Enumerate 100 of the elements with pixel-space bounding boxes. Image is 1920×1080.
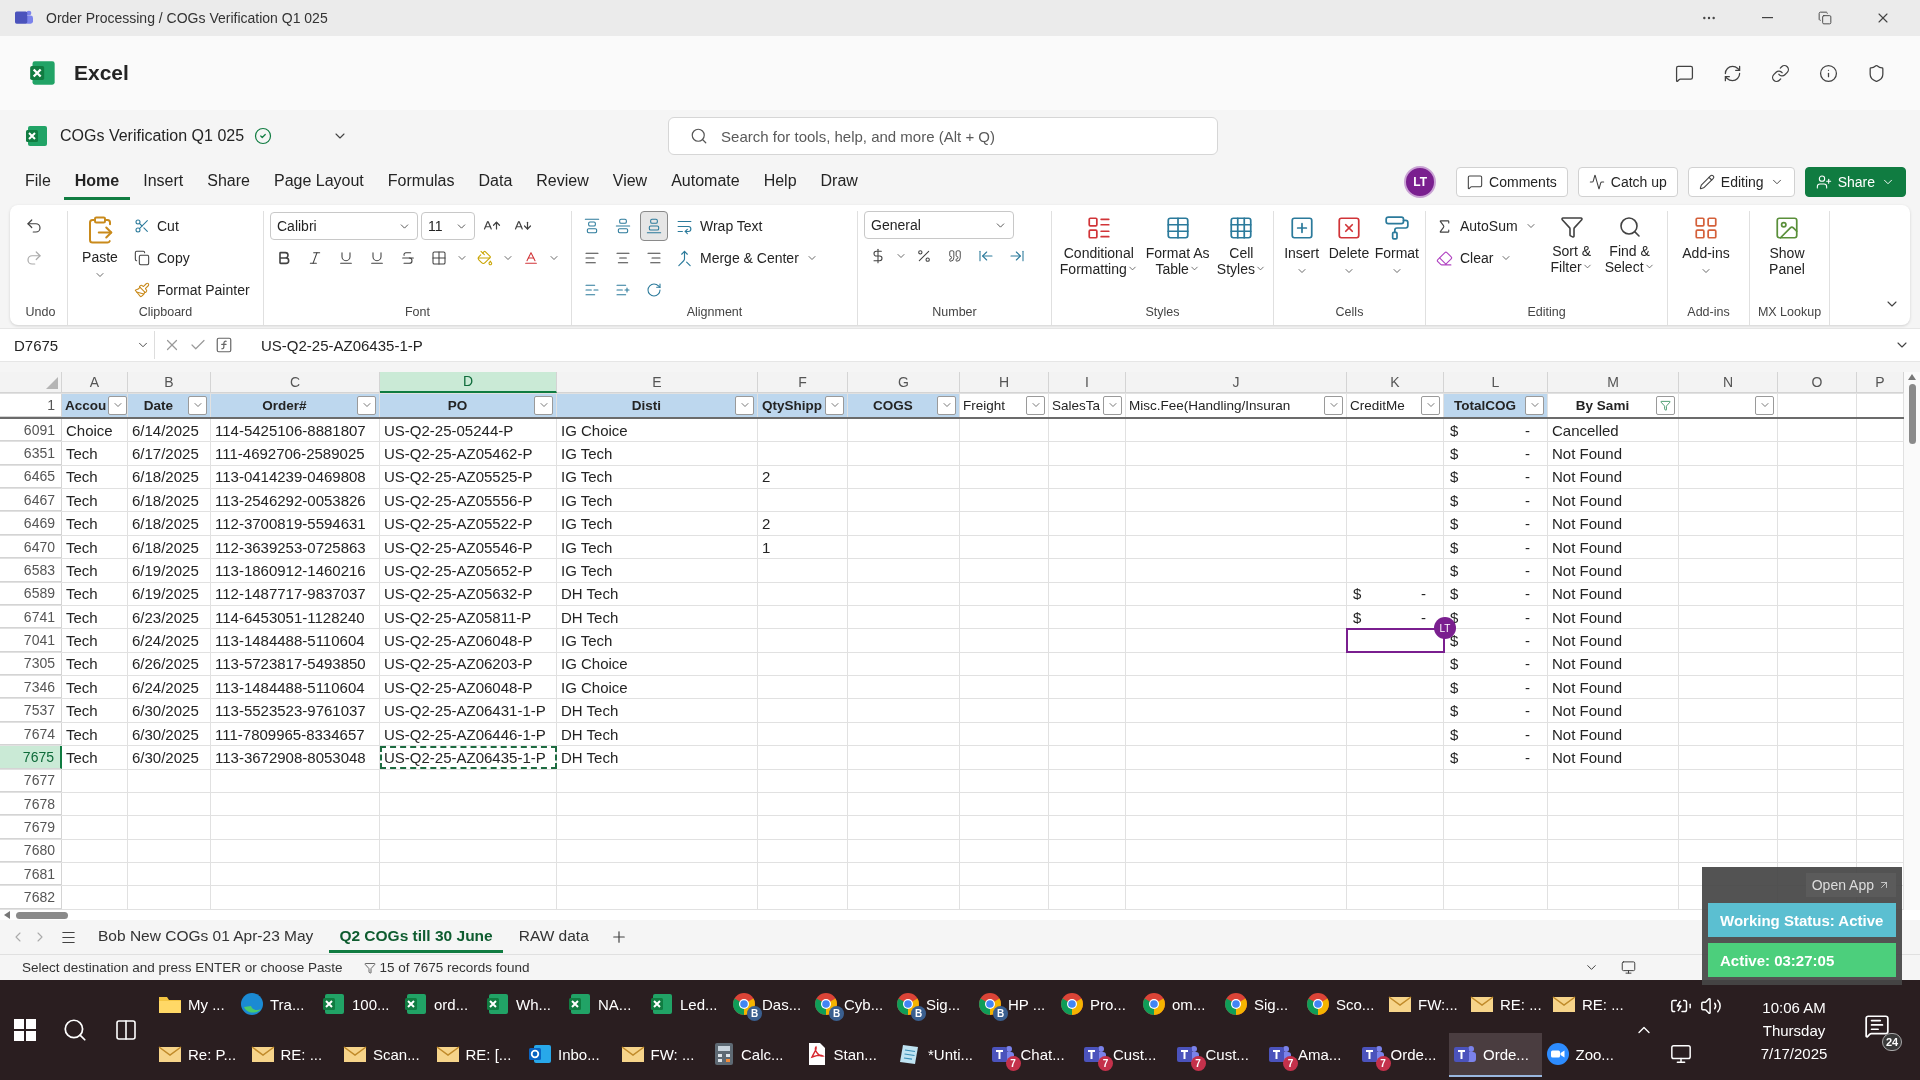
filter-button[interactable] [937, 395, 956, 415]
merge-center-button[interactable]: Merge & Center [672, 243, 822, 273]
taskbar-button[interactable]: Sig... [1220, 983, 1302, 1027]
ribbon-button[interactable]: Delete [1327, 211, 1371, 282]
menu-tab[interactable]: Page Layout [262, 164, 375, 200]
row-number[interactable]: 6583 [0, 559, 62, 582]
clock-time[interactable]: 10:06 AM [1762, 998, 1826, 1016]
taskbar-button[interactable]: Re: P... [154, 1033, 247, 1077]
taskbar-button[interactable]: Tra... [236, 983, 318, 1027]
menu-tab[interactable]: Draw [809, 164, 869, 200]
vertical-align-button[interactable] [640, 211, 668, 241]
row-number[interactable]: 7041 [0, 629, 62, 652]
taskbar-button[interactable]: FW:... [1384, 983, 1466, 1027]
number-format-field[interactable]: General [864, 211, 1014, 239]
filter-button[interactable] [1755, 395, 1774, 415]
name-box[interactable]: D7675 [10, 331, 155, 359]
clock-day[interactable]: Thursday [1762, 1021, 1826, 1039]
taskbar-button[interactable]: FW: ... [616, 1033, 709, 1077]
menu-tab[interactable]: Share [196, 164, 261, 200]
menu-tab[interactable]: Automate [660, 164, 751, 200]
scroll-left-icon[interactable] [4, 911, 10, 919]
filter-button[interactable] [108, 395, 128, 415]
taskbar-button[interactable]: Inbo... [524, 1033, 617, 1077]
row-number[interactable]: 6741 [0, 605, 62, 629]
taskbar-button[interactable]: Stan... [801, 1033, 894, 1077]
menu-tab[interactable]: Insert [132, 164, 195, 200]
column-header[interactable]: O [1778, 372, 1857, 393]
catch-up-button[interactable]: Catch up [1577, 167, 1678, 197]
filter-button[interactable] [1656, 395, 1675, 415]
row-number[interactable]: 6589 [0, 582, 62, 605]
row-number[interactable]: 7537 [0, 699, 62, 722]
column-header[interactable]: D [380, 372, 557, 393]
start-icon[interactable] [14, 1019, 36, 1041]
column-header[interactable]: N [1679, 372, 1778, 393]
sheet-tab[interactable]: Bob New COGs 01 Apr-23 May [88, 921, 324, 953]
taskbar-button[interactable]: B HP ... [974, 983, 1056, 1027]
share-button[interactable]: Share [1804, 167, 1906, 197]
taskbar-button[interactable]: RE: ... [1466, 983, 1548, 1027]
taskbar-button[interactable]: Zoo... [1541, 1033, 1634, 1077]
column-header[interactable]: E [557, 372, 758, 393]
open-app-button[interactable]: Open App [1805, 873, 1896, 897]
column-header[interactable]: M [1548, 372, 1679, 393]
row-number[interactable]: 7675 [0, 746, 62, 769]
taskbar-button[interactable]: Scan... [339, 1033, 432, 1077]
taskbar-button[interactable]: 7 Ama... [1264, 1033, 1357, 1077]
filter-button[interactable] [1421, 395, 1440, 415]
taskbar-button[interactable]: Pro... [1056, 983, 1138, 1027]
clock-date[interactable]: 7/17/2025 [1760, 1044, 1828, 1062]
row-number[interactable]: 6470 [0, 535, 62, 559]
taskbar-button[interactable]: B Das... [728, 983, 810, 1027]
ribbon-button[interactable]: Format As Table [1143, 211, 1212, 282]
search-field[interactable]: Search for tools, help, and more (Alt + Q) [668, 117, 1219, 155]
select-all-button[interactable] [0, 372, 62, 393]
column-header[interactable]: J [1126, 372, 1347, 393]
font-size-field[interactable]: 11 [421, 212, 475, 240]
filter-button[interactable] [825, 395, 844, 415]
taskbar-button[interactable]: 7 Chat... [986, 1033, 1079, 1077]
add-ins-button[interactable]: Add-ins [1674, 211, 1738, 282]
taskbar-button[interactable]: RE: ... [1548, 983, 1630, 1027]
menu-tab[interactable]: Formulas [376, 164, 466, 200]
row-number[interactable]: 7674 [0, 722, 62, 746]
document-name[interactable]: COGs Verification Q1 025 [60, 127, 245, 145]
clear-button[interactable]: Clear [1432, 243, 1541, 273]
column-header[interactable]: P [1857, 372, 1904, 393]
taskbar-button[interactable]: ord... [400, 983, 482, 1027]
editing-button[interactable]: Editing [1687, 167, 1795, 197]
autosum-button[interactable]: AutoSum [1432, 211, 1541, 241]
row-number[interactable]: 7680 [0, 839, 62, 863]
filter-button[interactable] [1103, 395, 1122, 415]
taskbar-button[interactable]: B Cyb... [810, 983, 892, 1027]
filter-button[interactable] [735, 395, 754, 415]
column-header[interactable]: C [211, 372, 380, 393]
font-name-field[interactable]: Calibri [270, 212, 418, 240]
format-painter-button[interactable]: Format Painter [130, 275, 254, 305]
sheet-tab[interactable]: RAW data [508, 921, 599, 953]
ribbon-button[interactable]: Cell Styles [1215, 211, 1267, 282]
taskbar-button[interactable]: *Unti... [894, 1033, 987, 1077]
menu-tab[interactable]: Data [467, 164, 524, 200]
column-header[interactable]: B [128, 372, 211, 393]
taskbar-button[interactable]: RE: ... [246, 1033, 339, 1077]
row-number[interactable]: 6467 [0, 489, 62, 512]
row-number[interactable]: 6091 [0, 418, 62, 442]
row-number[interactable]: 1 [0, 394, 62, 417]
row-number[interactable]: 6469 [0, 512, 62, 535]
row-number[interactable]: 7678 [0, 792, 62, 816]
column-header[interactable]: H [960, 372, 1049, 393]
scrollbar-thumb[interactable] [1908, 384, 1916, 444]
wrap-text-button[interactable]: Wrap Text [672, 211, 822, 241]
ribbon-button[interactable]: Find & Select [1602, 211, 1657, 280]
formula-field[interactable]: US-Q2-25-AZ06435-1-P [241, 336, 1886, 354]
row-number[interactable]: 7346 [0, 676, 62, 699]
menu-tab[interactable]: View [601, 164, 659, 200]
taskbar-button[interactable]: NA... [564, 983, 646, 1027]
ribbon-button[interactable]: Conditional Formatting [1058, 211, 1140, 282]
column-header[interactable]: K [1347, 372, 1444, 393]
row-number[interactable]: 7677 [0, 769, 62, 792]
row-number[interactable]: 7305 [0, 652, 62, 676]
menu-tab[interactable]: Home [63, 164, 131, 200]
taskbar-button[interactable]: Sco... [1302, 983, 1384, 1027]
row-number[interactable]: 7681 [0, 863, 62, 886]
